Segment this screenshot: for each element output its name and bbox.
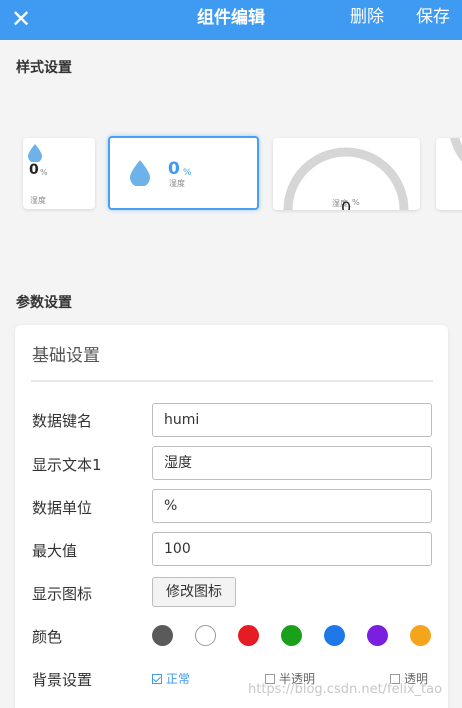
gauge-arc-partial xyxy=(450,138,462,162)
data-key-label: 数据键名 xyxy=(32,412,93,430)
color-swatch-green[interactable] xyxy=(281,625,302,646)
panel-title: 基础设置 xyxy=(32,346,100,366)
max-value-label: 最大值 xyxy=(32,542,78,560)
divider xyxy=(31,380,433,382)
display-text-label: 显示文本1 xyxy=(32,456,102,474)
color-swatch-blue[interactable] xyxy=(324,625,345,646)
color-swatch-red[interactable] xyxy=(238,625,259,646)
data-unit-input[interactable]: % xyxy=(152,489,432,523)
card-value: 0 xyxy=(341,198,352,210)
color-swatch-white[interactable] xyxy=(195,625,216,646)
delete-button[interactable]: 删除 xyxy=(350,0,384,34)
data-key-input[interactable]: humi xyxy=(152,403,432,437)
style-section-title: 样式设置 xyxy=(16,60,72,76)
data-unit-label: 数据单位 xyxy=(32,499,93,517)
save-button[interactable]: 保存 xyxy=(416,0,450,34)
water-drop-icon xyxy=(28,144,42,162)
card-unit: % xyxy=(40,168,48,177)
water-drop-icon xyxy=(130,160,150,186)
color-label: 颜色 xyxy=(32,628,63,646)
page-title: 组件编辑 xyxy=(197,8,265,28)
color-swatch-gray[interactable] xyxy=(152,625,173,646)
display-icon-label: 显示图标 xyxy=(32,585,93,603)
card-label: 湿度 xyxy=(169,179,185,188)
style-card-partial[interactable] xyxy=(436,138,462,210)
display-text-input[interactable]: 湿度 xyxy=(152,446,432,480)
card-unit: % xyxy=(183,168,192,178)
color-swatch-purple[interactable] xyxy=(367,625,388,646)
params-section-title: 参数设置 xyxy=(16,295,72,311)
card-value: 0 xyxy=(29,162,39,178)
card-unit: % xyxy=(352,198,360,207)
style-card-gauge[interactable]: 湿度 % 0 xyxy=(273,138,420,210)
watermark: https://blog.csdn.net/felix_tao xyxy=(248,682,443,697)
style-card-small[interactable]: 0 % 湿度 xyxy=(23,138,95,209)
card-label: 湿度 xyxy=(30,196,46,205)
top-bar: ✕ 组件编辑 删除 保存 xyxy=(0,0,462,40)
change-icon-button[interactable]: 修改图标 xyxy=(152,577,236,607)
max-value-input[interactable]: 100 xyxy=(152,532,432,566)
checkbox-icon xyxy=(152,674,162,684)
bg-option-normal[interactable]: 正常 xyxy=(152,670,190,687)
style-card-medium-selected[interactable]: 0 % 湿度 xyxy=(108,136,259,210)
color-swatch-orange[interactable] xyxy=(410,625,431,646)
background-label: 背景设置 xyxy=(32,671,93,689)
card-value: 0 xyxy=(168,159,180,179)
